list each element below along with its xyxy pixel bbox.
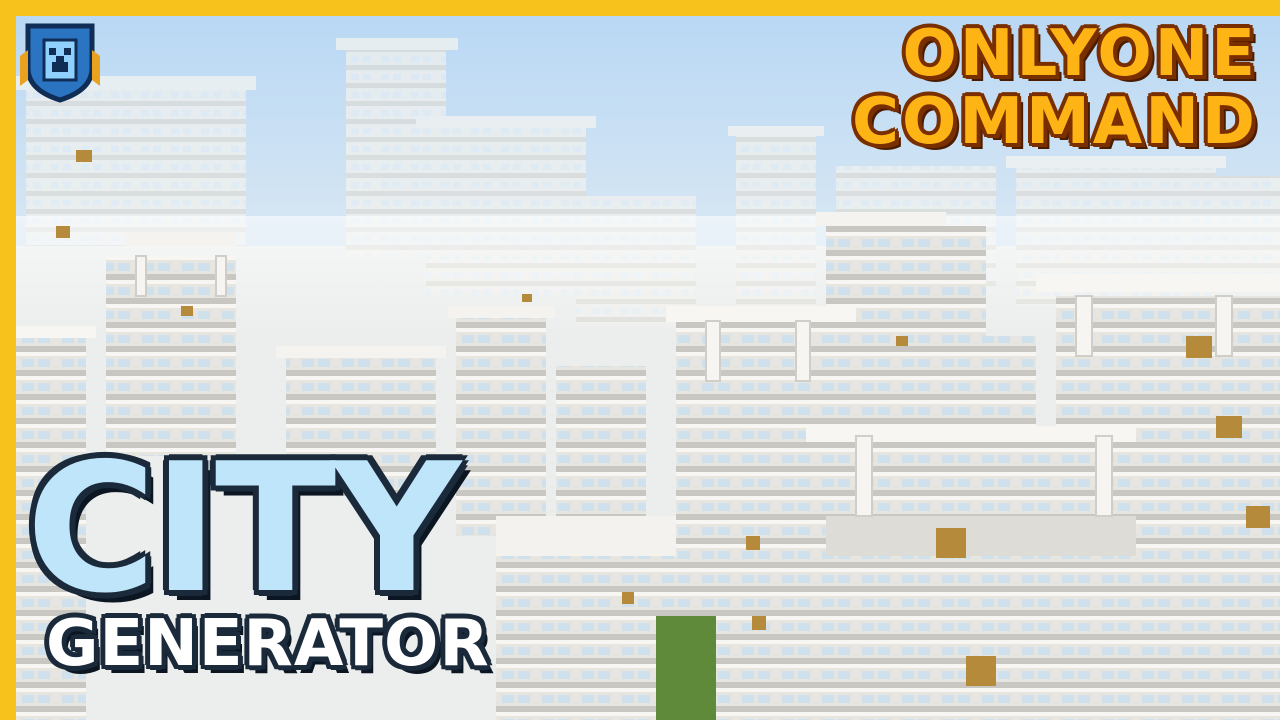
main-title-city: CITY xyxy=(26,425,461,632)
title-line-one: ONLYONE xyxy=(902,17,1258,91)
creeper-crest-icon xyxy=(20,23,100,103)
subtitle-generator: GENERATOR xyxy=(46,607,490,681)
thumbnail-frame: ONLYONE COMMAND CITY GENERATOR xyxy=(0,0,1280,720)
title-line-two: COMMAND xyxy=(852,85,1258,159)
